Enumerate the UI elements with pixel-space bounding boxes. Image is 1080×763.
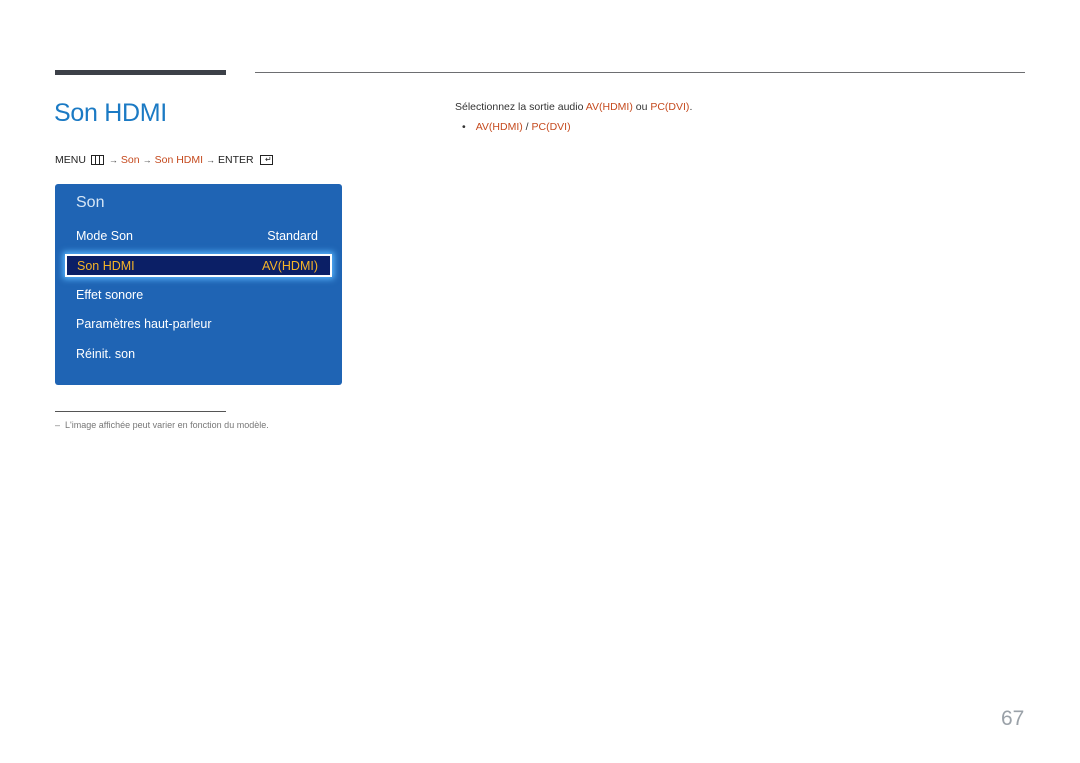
osd-item-label: Effet sonore	[76, 288, 144, 302]
header-rule-thick	[55, 70, 226, 75]
breadcrumb-menu: MENU	[55, 154, 86, 166]
enter-icon: ↵	[259, 155, 273, 165]
breadcrumb-son: Son	[120, 154, 140, 166]
description-text: ou	[632, 101, 651, 113]
footnote-dash: –	[55, 420, 61, 430]
osd-item-parametres-haut-parleur[interactable]: Paramètres haut-parleur	[76, 317, 318, 331]
arrow-icon: →	[206, 155, 216, 165]
footnote: – L'image affichée peut varier en foncti…	[55, 420, 269, 430]
osd-item-mode-son[interactable]: Mode Son Standard	[76, 229, 318, 243]
option-av-hdmi: AV(HDMI)	[585, 101, 633, 113]
description-text: .	[689, 101, 693, 113]
footnote-rule	[55, 411, 226, 412]
bullet-option-pc-dvi: PC(DVI)	[531, 121, 571, 133]
description: Sélectionnez la sortie audio AV(HDMI) ou…	[455, 101, 692, 113]
menu-icon	[90, 155, 104, 165]
osd-menu-panel: Son Mode Son Standard Son HDMI AV(HDMI) …	[55, 184, 342, 385]
page-title: Son HDMI	[54, 99, 167, 127]
breadcrumb: MENU → Son → Son HDMI → ENTER ↵	[55, 154, 273, 166]
footnote-text: L'image affichée peut varier en fonction…	[65, 420, 269, 430]
breadcrumb-enter: ENTER	[218, 154, 254, 166]
option-pc-dvi: PC(DVI)	[650, 101, 690, 113]
arrow-icon: →	[108, 155, 118, 165]
osd-item-label: Son HDMI	[77, 258, 135, 273]
osd-item-effet-sonore[interactable]: Effet sonore	[76, 288, 318, 302]
options-bullet: • AV(HDMI) / PC(DVI)	[462, 121, 571, 133]
bullet-option-av-hdmi: AV(HDMI)	[475, 121, 523, 133]
osd-item-value: AV(HDMI)	[261, 258, 318, 273]
osd-menu-title: Son	[76, 194, 105, 211]
bullet-icon: •	[462, 121, 466, 133]
header-rule-thin	[255, 72, 1025, 73]
osd-item-label: Mode Son	[76, 229, 133, 243]
osd-item-value: Standard	[267, 229, 318, 243]
bullet-separator: /	[522, 121, 532, 133]
description-text: Sélectionnez la sortie audio	[455, 101, 586, 113]
breadcrumb-son-hdmi: Son HDMI	[154, 154, 204, 166]
arrow-icon: →	[142, 155, 152, 165]
osd-item-label: Paramètres haut-parleur	[76, 317, 212, 331]
osd-item-son-hdmi[interactable]: Son HDMI AV(HDMI)	[65, 254, 332, 277]
osd-item-label: Réinit. son	[76, 347, 136, 361]
page-number: 67	[1001, 707, 1025, 730]
osd-item-reinit-son[interactable]: Réinit. son	[76, 347, 318, 361]
